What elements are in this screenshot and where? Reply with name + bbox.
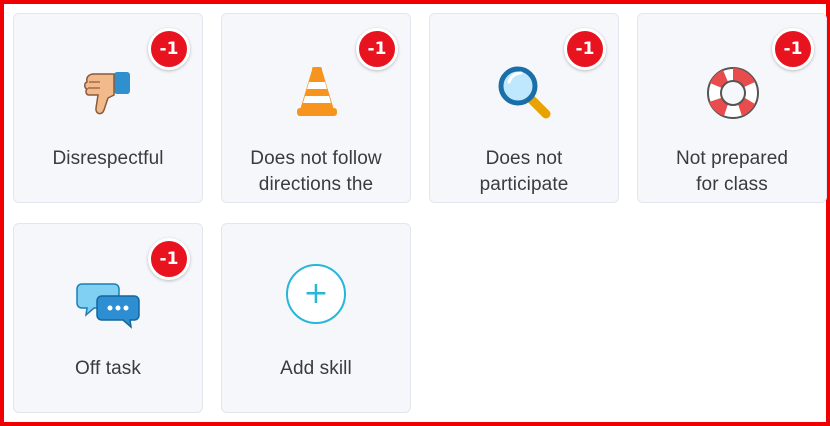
thumbs-down-icon (74, 58, 144, 128)
add-skill-tile[interactable]: + Add skill (221, 223, 411, 413)
plus-icon[interactable]: + (286, 264, 346, 324)
points-badge: -1 (148, 28, 190, 70)
points-badge: -1 (148, 238, 190, 280)
skill-label: Does not participate (479, 148, 569, 195)
life-ring-icon (698, 58, 768, 128)
skills-panel: Disrespectful -1 Does not follow directi… (0, 0, 830, 426)
skill-label: Does not follow directions the (250, 148, 382, 195)
points-badge: -1 (564, 28, 606, 70)
skill-tile-off-task[interactable]: Off task -1 (13, 223, 203, 413)
points-badge: -1 (356, 28, 398, 70)
skill-tile-disrespectful[interactable]: Disrespectful -1 (13, 13, 203, 203)
points-badge: -1 (772, 28, 814, 70)
skill-label: Not prepared for class (675, 148, 789, 195)
traffic-cone-icon (282, 58, 352, 128)
skill-tile-does-not-participate[interactable]: Does not participate -1 (429, 13, 619, 203)
skill-label: Disrespectful (52, 148, 164, 169)
skill-tile-does-not-follow-directions[interactable]: Does not follow directions the -1 (221, 13, 411, 203)
chat-bubbles-icon (74, 268, 144, 338)
skill-tile-not-prepared-for-class[interactable]: Not prepared for class -1 (637, 13, 827, 203)
skill-label: Off task (75, 358, 141, 379)
add-skill-label: Add skill (280, 358, 352, 379)
magnifying-glass-icon (490, 58, 560, 128)
